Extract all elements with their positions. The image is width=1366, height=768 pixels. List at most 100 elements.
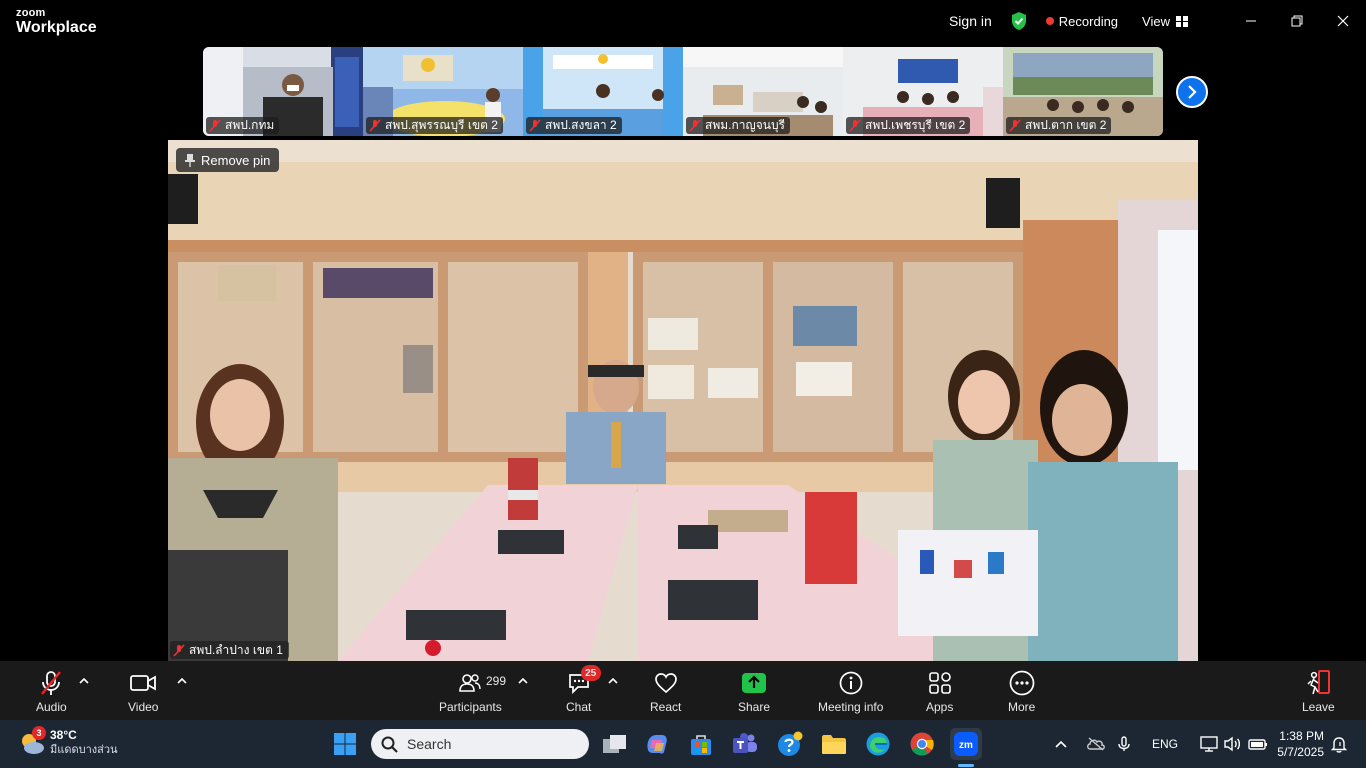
weather-widget[interactable]: 3 38°C มีแดดบางส่วน xyxy=(18,726,118,758)
apps-icon xyxy=(928,672,951,694)
get-help-button[interactable] xyxy=(775,729,805,759)
meeting-info-button[interactable]: Meeting info xyxy=(818,669,883,714)
more-ellipsis-icon xyxy=(1009,670,1035,696)
react-button[interactable]: React xyxy=(650,669,681,714)
microphone-icon[interactable] xyxy=(1118,736,1130,752)
thumbnail-name: สพป.สุพรรณบุรี เขต 2 xyxy=(385,118,498,132)
thumbnail-label: สพป.กทม xyxy=(206,117,280,134)
participant-thumbnail-strip: สพป.กทม สพป.สุพรรณบุรี เขต 2 สพป.สงขลา 2… xyxy=(203,47,1163,136)
minimize-button[interactable] xyxy=(1228,0,1274,42)
mic-muted-icon xyxy=(173,643,185,657)
participant-thumbnail[interactable]: สพป.ตาก เขต 2 xyxy=(1003,47,1163,136)
participant-thumbnail[interactable]: สพป.สงขลา 2 xyxy=(523,47,683,136)
thumbnail-label: สพป.สุพรรณบุรี เขต 2 xyxy=(366,117,503,134)
zoom-workplace-logo: zoom Workplace xyxy=(16,8,97,36)
clock-time: 1:38 PM xyxy=(1279,729,1324,743)
security-shield-icon[interactable] xyxy=(1010,11,1028,31)
zoom-app-icon: zm xyxy=(954,732,978,756)
sign-in-link[interactable]: Sign in xyxy=(949,13,992,29)
participant-thumbnail[interactable]: สพป.กทม xyxy=(203,47,363,136)
title-bar: zoom Workplace Sign in Recording View xyxy=(0,0,1366,42)
clock-date: 5/7/2025 xyxy=(1277,745,1324,759)
chrome-browser-button[interactable] xyxy=(907,729,937,759)
chat-options-caret-icon[interactable] xyxy=(608,677,618,685)
meeting-toolbar: Audio Video Participants 299 25 Chat Rea… xyxy=(0,661,1366,720)
weather-alert-badge: 3 xyxy=(32,726,46,740)
logo-line1: zoom xyxy=(16,7,46,19)
search-icon xyxy=(381,736,398,753)
participants-count: 299 xyxy=(486,674,507,688)
video-label: Video xyxy=(128,700,159,714)
windows-taskbar: 3 38°C มีแดดบางส่วน Search zm ENG 1:38 P… xyxy=(0,720,1366,768)
onedrive-offline-icon[interactable] xyxy=(1086,737,1106,751)
edge-browser-button[interactable] xyxy=(863,729,893,759)
audio-button[interactable]: Audio xyxy=(36,669,67,714)
meeting-info-label: Meeting info xyxy=(818,700,884,714)
participants-label: Participants xyxy=(439,700,502,714)
audio-options-caret-icon[interactable] xyxy=(79,677,89,685)
show-hidden-icons-chevron-icon[interactable] xyxy=(1054,739,1068,749)
teams-button[interactable] xyxy=(730,729,760,759)
battery-icon[interactable] xyxy=(1248,737,1268,751)
help-question-icon xyxy=(778,731,803,756)
chat-button[interactable]: 25 Chat xyxy=(566,665,601,714)
view-button[interactable]: View xyxy=(1142,14,1188,29)
view-label: View xyxy=(1142,13,1170,29)
leave-label: Leave xyxy=(1302,700,1335,714)
pinned-participant-video[interactable]: Remove pin สพป.ลำปาง เขต 1 xyxy=(168,140,1198,661)
remove-pin-label: Remove pin xyxy=(201,152,271,168)
search-placeholder: Search xyxy=(407,736,452,752)
apps-button[interactable]: Apps xyxy=(926,669,953,714)
recording-dot-icon xyxy=(1045,17,1054,25)
thumbnail-label: สพป.สงขลา 2 xyxy=(526,117,622,134)
recording-indicator[interactable]: Recording xyxy=(1045,14,1118,29)
video-options-caret-icon[interactable] xyxy=(177,677,187,685)
mic-muted-icon xyxy=(849,119,861,132)
volume-icon[interactable] xyxy=(1224,736,1242,752)
participant-thumbnail[interactable]: สพป.สุพรรณบุรี เขต 2 xyxy=(363,47,523,136)
close-button[interactable] xyxy=(1320,0,1366,42)
participants-icon xyxy=(459,674,482,692)
file-explorer-button[interactable] xyxy=(819,729,849,759)
share-button[interactable]: Share xyxy=(738,669,770,714)
task-view-button[interactable] xyxy=(600,729,630,759)
remove-pin-button[interactable]: Remove pin xyxy=(176,148,280,172)
copilot-button[interactable] xyxy=(642,729,672,759)
video-camera-icon xyxy=(130,675,157,691)
participant-thumbnail[interactable]: สพป.เพชรบุรี เขต 2 xyxy=(843,47,1003,136)
thumbnail-label: สพป.เพชรบุรี เขต 2 xyxy=(846,117,971,134)
info-icon xyxy=(839,671,863,695)
thumbnail-name: สพป.ตาก เขต 2 xyxy=(1025,118,1107,132)
meeting-room-scene xyxy=(168,140,1198,661)
restore-button[interactable] xyxy=(1274,0,1320,42)
leave-button[interactable]: Leave xyxy=(1302,669,1335,714)
microsoft-store-button[interactable] xyxy=(686,729,716,759)
thumbnail-label: สพม.กาญจนบุรี xyxy=(686,117,791,134)
leave-door-icon xyxy=(1307,670,1331,695)
taskbar-search-box[interactable]: Search xyxy=(371,729,589,759)
input-language[interactable]: ENG xyxy=(1152,737,1178,751)
edge-icon xyxy=(866,732,890,756)
mic-muted-icon xyxy=(209,119,221,132)
thumbnail-name: สพป.สงขลา 2 xyxy=(545,118,617,132)
participant-thumbnail[interactable]: สพม.กาญจนบุรี xyxy=(683,47,843,136)
network-monitor-icon[interactable] xyxy=(1200,736,1218,752)
start-button[interactable] xyxy=(330,729,360,759)
grid-view-icon xyxy=(1176,15,1188,27)
mic-muted-icon xyxy=(689,119,701,132)
minimize-icon xyxy=(1246,20,1256,22)
notification-bell-icon[interactable] xyxy=(1331,736,1347,753)
weather-description: มีแดดบางส่วน xyxy=(50,744,118,756)
zoom-app-button[interactable]: zm xyxy=(950,728,982,760)
weather-temperature: 38°C xyxy=(50,728,77,742)
chevron-right-icon xyxy=(1188,85,1197,99)
chat-label: Chat xyxy=(566,700,592,714)
participants-options-caret-icon[interactable] xyxy=(518,677,528,685)
folder-icon xyxy=(822,735,846,754)
more-button[interactable]: More xyxy=(1008,669,1035,714)
next-page-button[interactable] xyxy=(1176,76,1208,108)
taskbar-clock[interactable]: 1:38 PM 5/7/2025 xyxy=(1272,728,1324,760)
video-button[interactable]: Video xyxy=(128,669,158,714)
share-screen-icon xyxy=(742,673,767,693)
thumbnail-label: สพป.ตาก เขต 2 xyxy=(1006,117,1112,134)
